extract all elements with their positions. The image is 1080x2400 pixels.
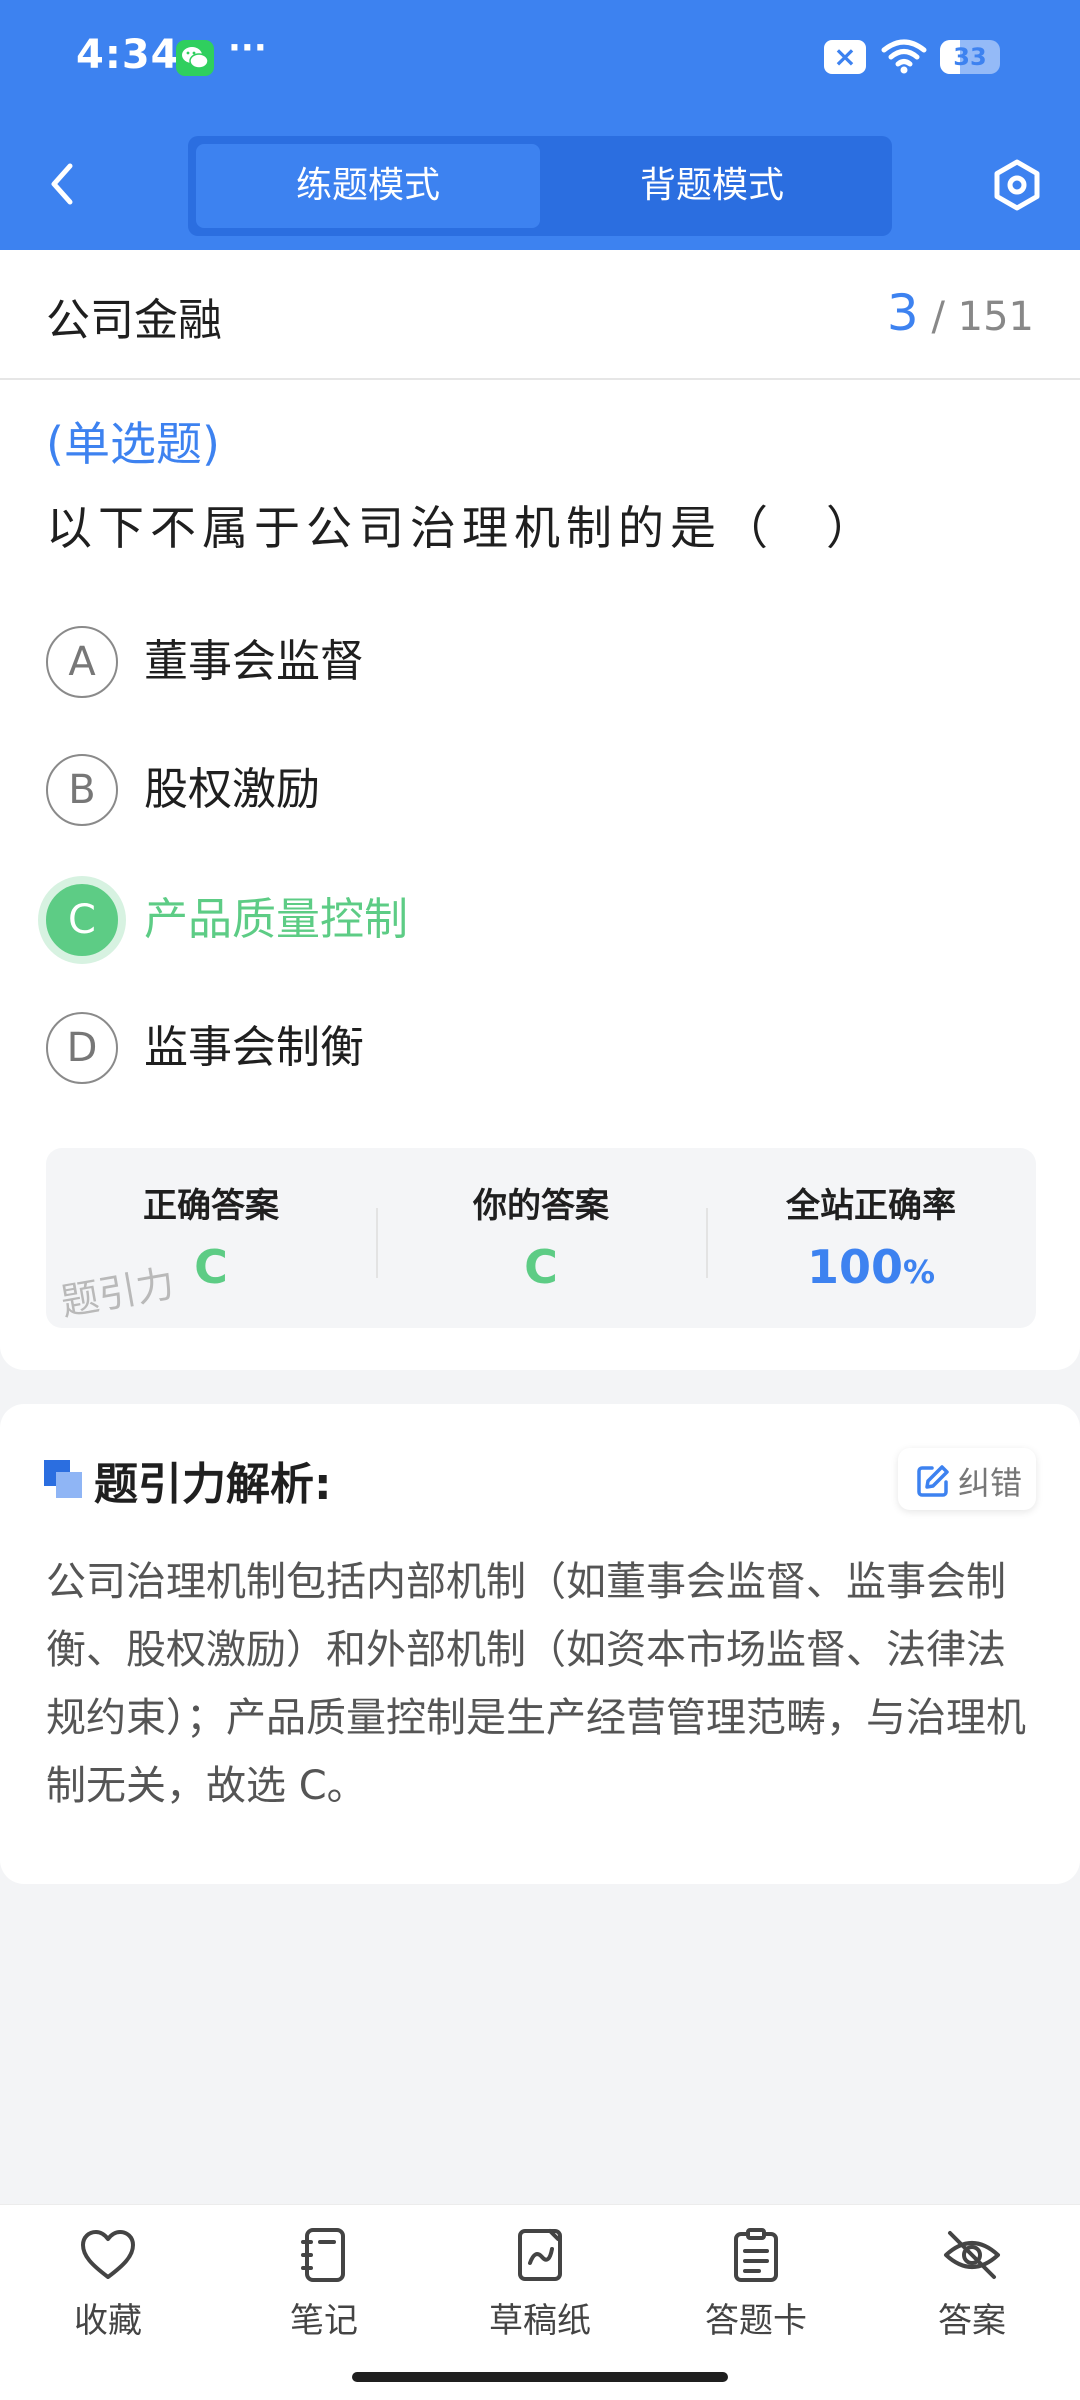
option-letter: A	[46, 626, 118, 698]
back-button[interactable]	[44, 160, 80, 212]
settings-button[interactable]	[990, 158, 1044, 216]
nav-favorite[interactable]: 收藏	[0, 2227, 216, 2342]
home-indicator[interactable]	[352, 2372, 728, 2382]
mode-switcher: 练题模式 背题模式	[188, 136, 892, 236]
nav-label: 答题卡	[705, 2301, 807, 2341]
nav-answer-card[interactable]: 答题卡	[648, 2227, 864, 2342]
hexagon-settings-icon	[994, 159, 1040, 211]
nav-label: 收藏	[74, 2301, 142, 2341]
more-notifications-icon: ···	[228, 28, 267, 68]
option-letter: C	[46, 884, 118, 956]
option-text: 监事会制衡	[144, 1022, 364, 1073]
nav-show-answer[interactable]: 答案	[864, 2227, 1080, 2342]
nav-draft-paper[interactable]: 草稿纸	[432, 2227, 648, 2342]
option-text: 股权激励	[144, 764, 320, 815]
site-accuracy-column: 全站正确率 100%	[706, 1148, 1036, 1328]
status-time: 4:34	[76, 32, 180, 78]
nav-label: 草稿纸	[489, 2301, 591, 2341]
option-text: 产品质量控制	[144, 894, 408, 945]
option-d[interactable]: D 监事会制衡	[46, 1006, 946, 1086]
tab-memorize-mode[interactable]: 背题模式	[540, 144, 884, 228]
analysis-text: 公司治理机制包括内部机制（如董事会监督、监事会制衡、股权激励）和外部机制（如资本…	[46, 1559, 1026, 1809]
accuracy-number: 100	[806, 1240, 903, 1294]
your-answer-column: 你的答案 C	[376, 1148, 706, 1328]
eye-off-icon	[944, 2231, 1000, 2279]
analysis-title: 题引力解析:	[94, 1459, 332, 1510]
notebook-icon	[301, 2228, 345, 2282]
question-progress: 3 / 151	[887, 284, 1034, 342]
option-letter: B	[46, 754, 118, 826]
edit-icon	[917, 1465, 949, 1497]
analysis-squares-icon	[44, 1460, 84, 1500]
question-stem: (单选题) 以下不属于公司治理机制的是（ ）	[46, 402, 1036, 570]
your-answer-value: C	[524, 1240, 558, 1294]
option-letter: D	[46, 1012, 118, 1084]
wechat-icon	[176, 40, 214, 76]
your-answer-label: 你的答案	[473, 1186, 609, 1226]
progress-separator: /	[931, 294, 945, 340]
subject-title: 公司金融	[46, 295, 222, 346]
nav-notes[interactable]: 笔记	[216, 2227, 432, 2342]
question-type: (单选题)	[46, 417, 220, 471]
battery-level: 33	[953, 43, 987, 71]
report-error-label: 纠错	[958, 1464, 1023, 1502]
wifi-icon	[880, 36, 928, 80]
battery-icon: 33	[940, 40, 1000, 74]
nav-label: 答案	[938, 2301, 1006, 2341]
draft-paper-icon	[518, 2229, 562, 2281]
tab-practice-mode[interactable]: 练题模式	[196, 144, 540, 228]
correct-answer-label: 正确答案	[143, 1186, 279, 1226]
bottom-toolbar: 收藏 笔记 草稿纸 答题卡 答案	[0, 2204, 1080, 2400]
option-c[interactable]: C 产品质量控制	[46, 878, 946, 958]
site-accuracy-label: 全站正确率	[786, 1186, 956, 1226]
question-text: 以下不属于公司治理机制的是（ ）	[46, 501, 878, 555]
answer-card-icon	[734, 2228, 778, 2282]
option-b[interactable]: B 股权激励	[46, 748, 946, 828]
notification-close-icon: ×	[824, 40, 866, 74]
answer-summary: 正确答案 C 你的答案 C 全站正确率 100% 题引力	[46, 1148, 1036, 1328]
status-bar: 4:34 ··· × 33	[0, 0, 1080, 120]
current-question-number: 3	[886, 284, 919, 342]
option-text: 董事会监督	[144, 636, 364, 687]
accuracy-unit: %	[902, 1253, 936, 1291]
divider	[0, 378, 1080, 380]
total-question-count: 151	[957, 294, 1034, 340]
chevron-left-icon	[51, 163, 73, 205]
site-accuracy-value: 100%	[706, 1240, 1036, 1294]
option-a[interactable]: A 董事会监督	[46, 620, 946, 700]
heart-icon	[81, 2230, 135, 2279]
nav-label: 笔记	[290, 2301, 358, 2341]
report-error-button[interactable]: 纠错	[898, 1448, 1036, 1510]
